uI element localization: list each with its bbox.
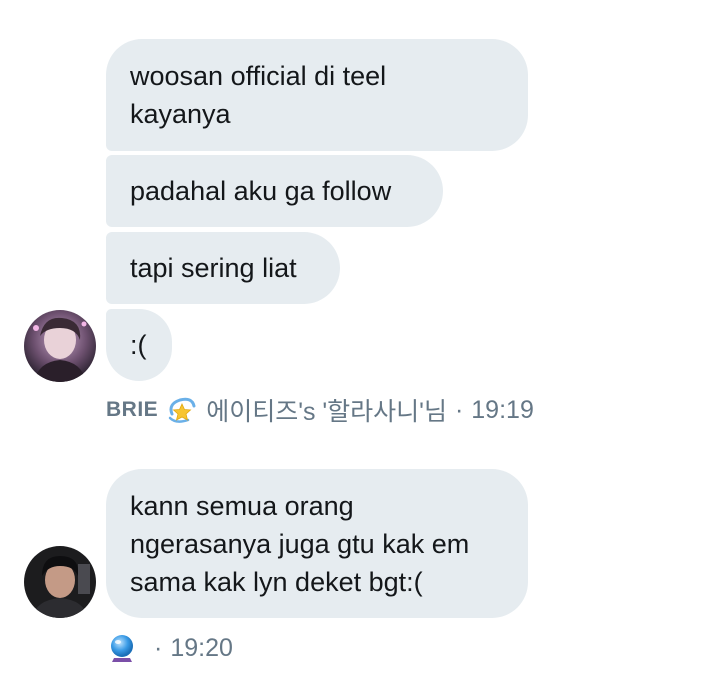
message-bubble[interactable]: :( [106, 309, 172, 381]
separator-dot: · [154, 633, 163, 662]
separator-dot: · [454, 395, 464, 424]
message-text: :( [130, 330, 147, 360]
avatar-image [24, 546, 96, 618]
message-text: padahal aku ga follow [130, 176, 392, 206]
timestamp: 19:20 [170, 633, 233, 662]
message-bubble[interactable]: woosan official di teel kayanya [106, 39, 528, 151]
message-text: woosan official di teel kayanya [130, 61, 387, 129]
message-text: tapi sering liat [130, 253, 297, 283]
message-bubble[interactable]: kann semua orang ngerasanya juga gtu kak… [106, 469, 528, 618]
avatar-image [24, 310, 96, 382]
sender-avatar[interactable] [24, 310, 96, 382]
dizzy-star-icon [166, 394, 198, 426]
sender-avatar[interactable] [24, 546, 96, 618]
message-meta: BRIE 에이티즈's '할라사니'님 · 19:19 [106, 394, 534, 427]
sender-name[interactable]: BRIE [106, 398, 158, 422]
message-meta: · 19:20 [106, 632, 233, 664]
sender-nickname: 에이티즈's '할라사니'님 [206, 398, 447, 426]
message-bubble[interactable]: tapi sering liat [106, 232, 340, 304]
message-bubble[interactable]: padahal aku ga follow [106, 155, 443, 227]
message-text: kann semua orang ngerasanya juga gtu kak… [130, 490, 470, 597]
timestamp: 19:19 [471, 395, 534, 424]
crystal-ball-icon [106, 632, 138, 664]
